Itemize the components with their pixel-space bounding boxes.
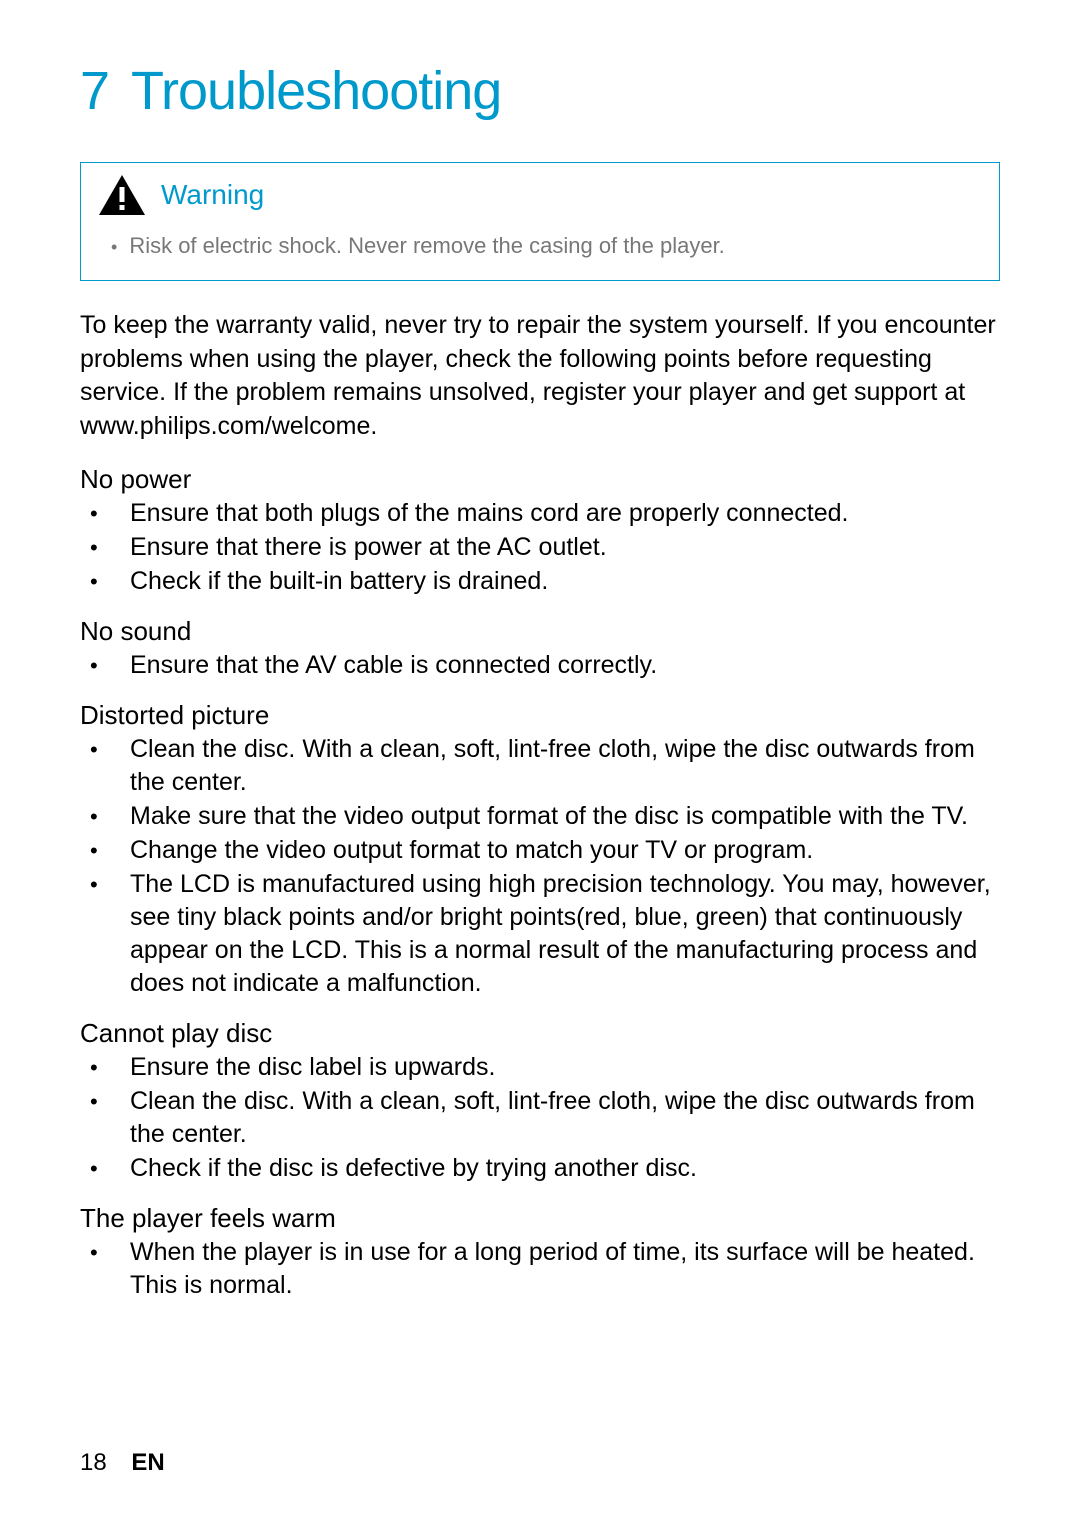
list-item-text: When the player is in use for a long per… (130, 1236, 1000, 1302)
chapter-title: Troubleshooting (131, 61, 501, 121)
list-item-text: Make sure that the video output format o… (130, 800, 1000, 833)
bullet-dot: • (80, 870, 130, 899)
list-item-text: Change the video output format to match … (130, 834, 1000, 867)
bullet-dot: • (111, 235, 117, 260)
bullet-list: •Clean the disc. With a clean, soft, lin… (80, 733, 1000, 1000)
list-item: •Clean the disc. With a clean, soft, lin… (80, 1085, 1000, 1151)
bullet-list: •Ensure the disc label is upwards.•Clean… (80, 1051, 1000, 1185)
list-item: •Check if the disc is defective by tryin… (80, 1152, 1000, 1185)
list-item-text: Clean the disc. With a clean, soft, lint… (130, 1085, 1000, 1151)
footer-language: EN (131, 1449, 164, 1476)
bullet-dot: • (80, 651, 130, 680)
warning-header: Warning (81, 163, 999, 223)
warning-triangle-icon (97, 173, 147, 217)
troubleshoot-section: No power•Ensure that both plugs of the m… (80, 464, 1000, 598)
bullet-dot: • (80, 499, 130, 528)
list-item: •Ensure that there is power at the AC ou… (80, 531, 1000, 564)
intro-paragraph: To keep the warranty valid, never try to… (80, 309, 1000, 444)
troubleshoot-section: Cannot play disc•Ensure the disc label i… (80, 1018, 1000, 1185)
bullet-dot: • (80, 567, 130, 596)
list-item-text: Check if the built-in battery is drained… (130, 565, 1000, 598)
list-item: •Ensure the disc label is upwards. (80, 1051, 1000, 1084)
section-heading: No power (80, 464, 1000, 495)
footer-page-number: 18 (80, 1449, 107, 1476)
bullet-dot: • (80, 1053, 130, 1082)
chapter-heading: 7 Troubleshooting (80, 60, 1000, 122)
list-item: •Change the video output format to match… (80, 834, 1000, 867)
list-item-text: Ensure that both plugs of the mains cord… (130, 497, 1000, 530)
list-item-text: Ensure that there is power at the AC out… (130, 531, 1000, 564)
bullet-dot: • (80, 1154, 130, 1183)
list-item: •Ensure that the AV cable is connected c… (80, 649, 1000, 682)
warning-body: • Risk of electric shock. Never remove t… (81, 223, 999, 280)
page-footer: 18 EN (80, 1449, 165, 1477)
bullet-dot: • (80, 1087, 130, 1116)
bullet-list: •When the player is in use for a long pe… (80, 1236, 1000, 1302)
troubleshoot-section: No sound•Ensure that the AV cable is con… (80, 616, 1000, 682)
list-item: •When the player is in use for a long pe… (80, 1236, 1000, 1302)
warning-box: Warning • Risk of electric shock. Never … (80, 162, 1000, 281)
section-heading: The player feels warm (80, 1203, 1000, 1234)
list-item-text: The LCD is manufactured using high preci… (130, 868, 1000, 1000)
bullet-dot: • (80, 836, 130, 865)
bullet-dot: • (80, 735, 130, 764)
warning-title: Warning (161, 179, 264, 211)
chapter-number: 7 (80, 60, 109, 122)
warning-text: Risk of electric shock. Never remove the… (129, 231, 724, 262)
section-heading: Distorted picture (80, 700, 1000, 731)
bullet-list: •Ensure that the AV cable is connected c… (80, 649, 1000, 682)
list-item: •Make sure that the video output format … (80, 800, 1000, 833)
bullet-list: •Ensure that both plugs of the mains cor… (80, 497, 1000, 598)
list-item-text: Check if the disc is defective by trying… (130, 1152, 1000, 1185)
list-item: •Ensure that both plugs of the mains cor… (80, 497, 1000, 530)
section-heading: Cannot play disc (80, 1018, 1000, 1049)
bullet-dot: • (80, 1238, 130, 1267)
list-item: •Clean the disc. With a clean, soft, lin… (80, 733, 1000, 799)
troubleshoot-section: Distorted picture•Clean the disc. With a… (80, 700, 1000, 1000)
list-item-text: Clean the disc. With a clean, soft, lint… (130, 733, 1000, 799)
troubleshoot-section: The player feels warm•When the player is… (80, 1203, 1000, 1302)
list-item-text: Ensure that the AV cable is connected co… (130, 649, 1000, 682)
section-heading: No sound (80, 616, 1000, 647)
list-item: •Check if the built-in battery is draine… (80, 565, 1000, 598)
bullet-dot: • (80, 802, 130, 831)
list-item-text: Ensure the disc label is upwards. (130, 1051, 1000, 1084)
list-item: •The LCD is manufactured using high prec… (80, 868, 1000, 1000)
bullet-dot: • (80, 533, 130, 562)
